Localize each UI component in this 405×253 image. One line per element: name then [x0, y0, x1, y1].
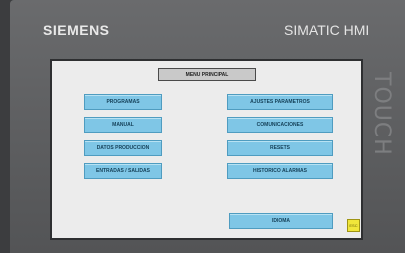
- hmi-screen: MENU PRINCIPAL PROGRAMAS MANUAL DATOS PR…: [50, 59, 363, 240]
- programas-button[interactable]: PROGRAMAS: [84, 94, 162, 110]
- datos-produccion-button[interactable]: DATOS PRODUCCION: [84, 140, 162, 156]
- entradas-salidas-button[interactable]: ENTRADAS / SALIDAS: [84, 163, 162, 179]
- touch-label: TOUCH: [369, 72, 394, 156]
- idioma-button[interactable]: IDIOMA: [229, 213, 333, 229]
- page-title: MENU PRINCIPAL: [158, 68, 256, 81]
- manual-button[interactable]: MANUAL: [84, 117, 162, 133]
- brand-logo: SIEMENS: [43, 22, 110, 38]
- resets-button[interactable]: RESETS: [227, 140, 333, 156]
- comunicaciones-button[interactable]: COMUNICACIONES: [227, 117, 333, 133]
- historico-alarmas-button[interactable]: HISTORICO ALARMAS: [227, 163, 333, 179]
- model-label: SIMATIC HMI: [284, 22, 370, 38]
- ajustes-parametros-button[interactable]: AJUSTES PARAMETROS: [227, 94, 333, 110]
- exit-button[interactable]: ESC: [347, 219, 360, 232]
